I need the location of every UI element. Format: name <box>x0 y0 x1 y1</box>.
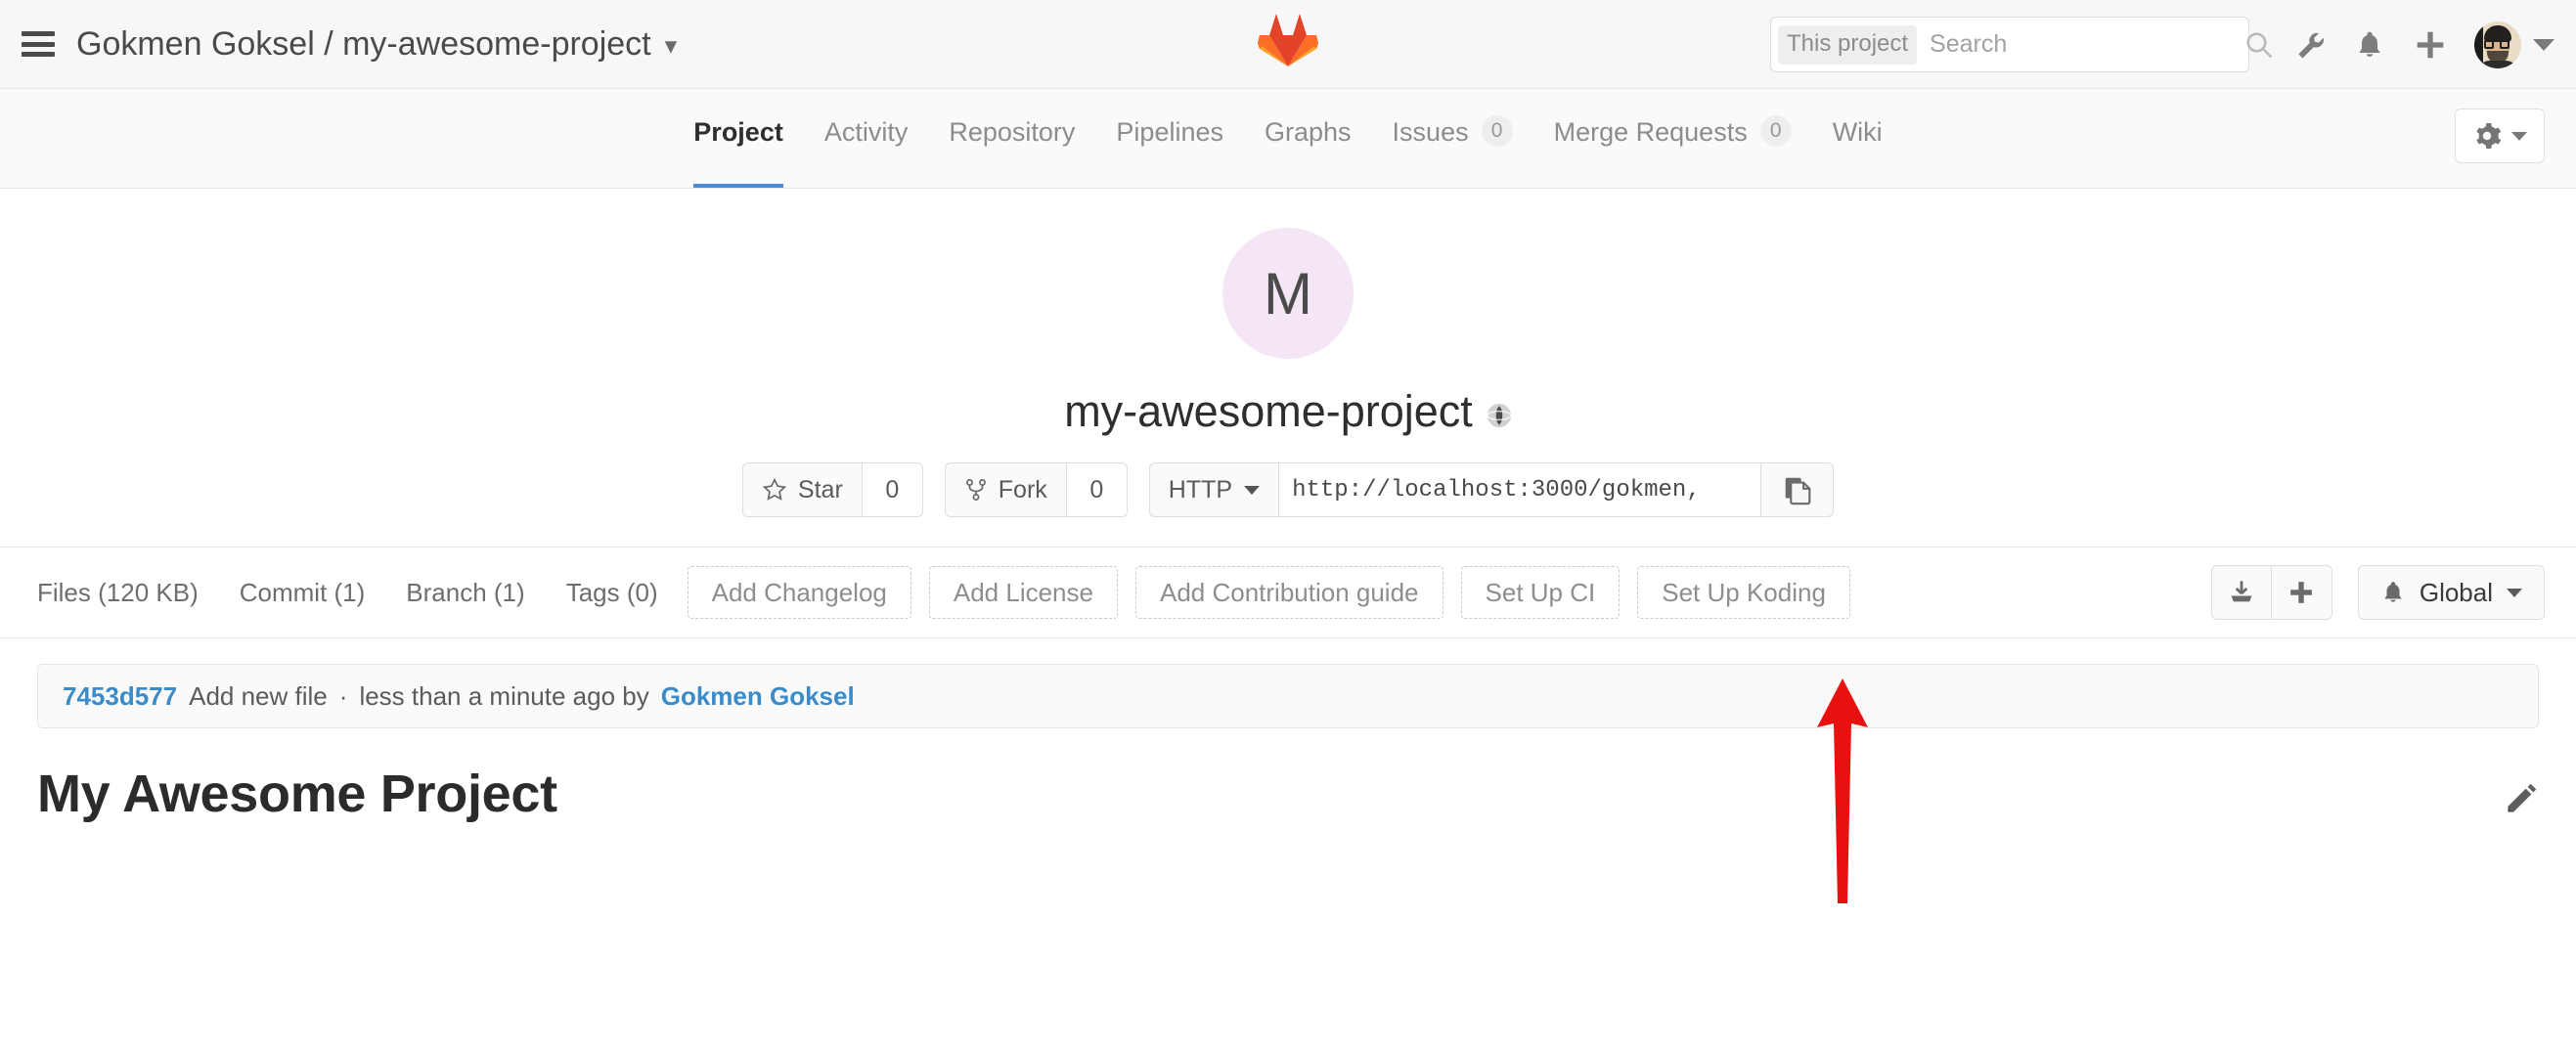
tab-issues[interactable]: Issues 0 <box>1372 109 1533 188</box>
star-label: Star <box>798 476 843 504</box>
tab-activity[interactable]: Activity <box>804 109 929 188</box>
readme-heading: My Awesome Project <box>37 764 557 824</box>
search-box[interactable]: This project <box>1770 17 2249 72</box>
add-changelog-button[interactable]: Add Changelog <box>688 566 911 619</box>
search-scope-label: This project <box>1778 25 1917 65</box>
clone-protocol-dropdown[interactable]: HTTP <box>1149 462 1278 517</box>
stats-row-right-cluster: Global <box>2211 565 2545 620</box>
commit-author-link[interactable]: Gokmen Goksel <box>661 681 855 712</box>
commit-time: less than a minute ago by <box>359 681 648 712</box>
readme-section: My Awesome Project <box>0 728 2576 824</box>
avatar[interactable] <box>2474 22 2521 68</box>
search-icon[interactable] <box>2244 30 2274 60</box>
set-up-koding-button[interactable]: Set Up Koding <box>1637 566 1850 619</box>
stat-commits[interactable]: Commit (1) <box>240 578 366 608</box>
project-avatar: M <box>1222 228 1354 359</box>
caret-down-icon <box>2511 132 2527 141</box>
gitlab-logo[interactable] <box>1258 10 1318 66</box>
merge-requests-count-badge: 0 <box>1760 115 1792 147</box>
tab-project[interactable]: Project <box>673 109 804 188</box>
fork-button-group: Fork 0 <box>945 462 1128 517</box>
bell-icon[interactable] <box>2339 15 2400 75</box>
tab-label: Activity <box>824 117 909 148</box>
tab-merge-requests[interactable]: Merge Requests 0 <box>1533 109 1812 188</box>
star-count[interactable]: 0 <box>863 462 923 517</box>
tab-label: Wiki <box>1833 117 1883 148</box>
project-stats-row: Files (120 KB) Commit (1) Branch (1) Tag… <box>0 547 2576 638</box>
breadcrumb[interactable]: Gokmen Goksel / my-awesome-project ▾ <box>76 25 677 64</box>
last-commit-bar: 7453d577 Add new file · less than a minu… <box>37 664 2539 728</box>
topbar-right-cluster: This project <box>1770 0 2554 89</box>
project-home-panel: M my-awesome-project Star 0 <box>0 189 2576 547</box>
tab-label: Project <box>693 117 783 148</box>
set-up-ci-button[interactable]: Set Up CI <box>1461 566 1621 619</box>
project-name: my-awesome-project <box>1064 386 1473 437</box>
search-input[interactable] <box>1917 30 2244 59</box>
tab-label: Graphs <box>1265 117 1352 148</box>
fork-button[interactable]: Fork <box>945 462 1067 517</box>
commit-separator: · <box>339 681 348 712</box>
add-button[interactable] <box>2272 565 2332 620</box>
tab-label: Repository <box>949 117 1075 148</box>
project-nav-bar: Project Activity Repository Pipelines Gr… <box>0 89 2576 189</box>
copy-icon <box>1783 474 1812 505</box>
caret-down-icon <box>1244 486 1260 495</box>
stat-tags[interactable]: Tags (0) <box>566 578 658 608</box>
wrench-icon[interactable] <box>2279 15 2339 75</box>
clone-url-input[interactable]: http://localhost:3000/gokmen, <box>1278 462 1761 517</box>
stat-branches[interactable]: Branch (1) <box>406 578 524 608</box>
add-license-button[interactable]: Add License <box>929 566 1118 619</box>
pencil-icon[interactable] <box>2504 781 2539 816</box>
gear-icon <box>2472 121 2502 151</box>
notification-settings-button[interactable]: Global <box>2358 565 2545 620</box>
fork-count[interactable]: 0 <box>1067 462 1128 517</box>
add-contribution-guide-button[interactable]: Add Contribution guide <box>1135 566 1443 619</box>
commit-sha-link[interactable]: 7453d577 <box>63 681 177 712</box>
tab-label: Pipelines <box>1116 117 1223 148</box>
globe-icon <box>1487 403 1512 428</box>
tab-repository[interactable]: Repository <box>928 109 1095 188</box>
clone-url-group: HTTP http://localhost:3000/gokmen, <box>1149 462 1834 517</box>
project-actions-row: Star 0 Fork 0 HTTP http://localh <box>0 462 2576 517</box>
tab-wiki[interactable]: Wiki <box>1812 109 1903 188</box>
plus-icon <box>2288 580 2314 605</box>
user-menu[interactable] <box>2474 22 2554 68</box>
page-title: my-awesome-project <box>0 386 2576 437</box>
issues-count-badge: 0 <box>1482 115 1513 147</box>
notification-label: Global <box>2420 578 2493 608</box>
fork-icon <box>964 477 988 503</box>
project-settings-button[interactable] <box>2455 109 2545 163</box>
chevron-down-icon: ▾ <box>665 31 678 61</box>
tab-pipelines[interactable]: Pipelines <box>1095 109 1244 188</box>
stat-files[interactable]: Files (120 KB) <box>37 578 199 608</box>
plus-icon[interactable] <box>2400 15 2461 75</box>
breadcrumb-label: Gokmen Goksel / my-awesome-project <box>76 25 651 64</box>
project-nav-tabs: Project Activity Repository Pipelines Gr… <box>673 89 1902 188</box>
project-avatar-letter: M <box>1264 260 1312 328</box>
tab-graphs[interactable]: Graphs <box>1244 109 1372 188</box>
commit-message: Add new file <box>189 681 328 712</box>
hamburger-menu-icon[interactable] <box>22 31 55 57</box>
clone-protocol-label: HTTP <box>1169 476 1232 504</box>
caret-down-icon[interactable] <box>2533 39 2554 51</box>
star-button[interactable]: Star <box>742 462 863 517</box>
tab-label: Merge Requests <box>1554 117 1748 148</box>
caret-down-icon <box>2507 589 2522 597</box>
star-button-group: Star 0 <box>742 462 923 517</box>
last-commit-section: 7453d577 Add new file · less than a minu… <box>0 638 2576 728</box>
bell-icon <box>2380 579 2406 606</box>
fork-label: Fork <box>999 476 1047 504</box>
copy-url-button[interactable] <box>1761 462 1834 517</box>
download-button[interactable] <box>2211 565 2272 620</box>
star-icon <box>762 477 787 503</box>
download-icon <box>2228 579 2255 606</box>
top-navigation-bar: Gokmen Goksel / my-awesome-project ▾ Thi… <box>0 0 2576 89</box>
tab-label: Issues <box>1393 117 1469 148</box>
